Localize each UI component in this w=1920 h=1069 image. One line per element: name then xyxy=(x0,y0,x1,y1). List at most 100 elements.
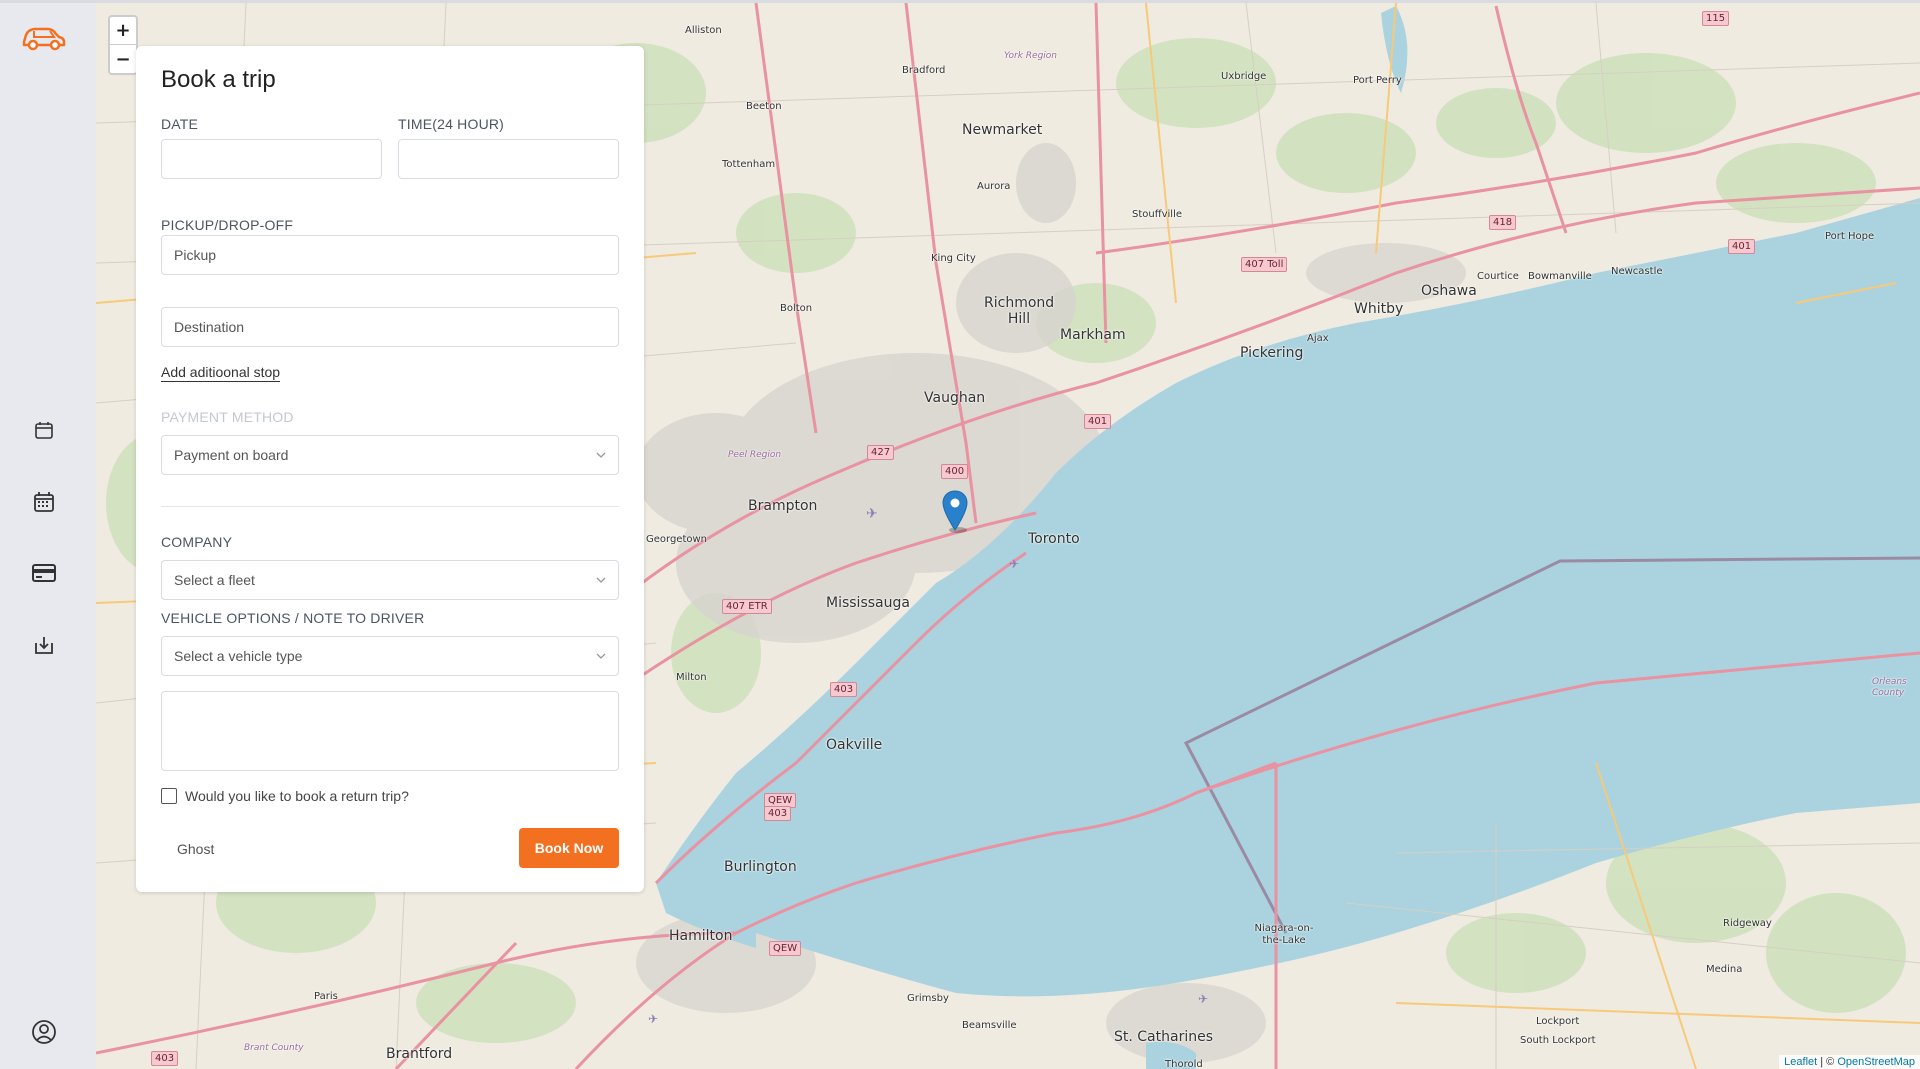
label-markham: Markham xyxy=(1060,327,1126,343)
label-port-hope: Port Hope xyxy=(1825,231,1875,242)
svg-text:✈: ✈ xyxy=(1198,992,1208,1006)
payment-select[interactable]: Payment on board xyxy=(161,435,619,475)
time-field[interactable] xyxy=(398,139,619,179)
label-mississauga: Mississauga xyxy=(826,595,910,611)
destination-input[interactable]: Destination xyxy=(161,307,619,347)
sidebar xyxy=(0,3,96,1069)
label-ajax: Ajax xyxy=(1307,333,1329,344)
osm-link[interactable]: OpenStreetMap xyxy=(1837,1056,1915,1068)
label-beamsville: Beamsville xyxy=(962,1020,1017,1031)
label-vaughan: Vaughan xyxy=(924,390,986,406)
download-tray-icon[interactable] xyxy=(30,631,58,659)
date-field[interactable] xyxy=(161,139,382,179)
label-newcastle: Newcastle xyxy=(1611,266,1663,277)
label-brant-county: Brant County xyxy=(244,1043,304,1053)
label-ridgeway: Ridgeway xyxy=(1723,918,1772,929)
label-hamilton: Hamilton xyxy=(669,928,733,944)
label-oshawa: Oshawa xyxy=(1421,283,1477,299)
shield-401-east: 401 xyxy=(1728,239,1756,254)
zoom-control: + − xyxy=(108,15,138,75)
shield-115: 115 xyxy=(1702,11,1730,26)
date-label: DATE xyxy=(161,116,199,132)
company-select-value: Select a fleet xyxy=(174,572,255,588)
car-icon[interactable] xyxy=(20,23,66,53)
label-york-region: York Region xyxy=(1004,51,1058,61)
label-milton: Milton xyxy=(676,672,707,683)
book-now-button[interactable]: Book Now xyxy=(519,828,619,868)
label-stouffville: Stouffville xyxy=(1132,209,1183,220)
chevron-down-icon xyxy=(596,452,606,458)
label-georgetown: Georgetown xyxy=(646,534,708,545)
zoom-out-button[interactable]: − xyxy=(110,45,136,73)
shield-407-toll: 407 Toll xyxy=(1241,257,1288,272)
label-aurora: Aurora xyxy=(977,181,1011,192)
calendar-icon[interactable] xyxy=(30,416,58,444)
chevron-down-icon xyxy=(596,577,606,583)
label-burlington: Burlington xyxy=(724,859,797,875)
label-bradford: Bradford xyxy=(902,65,946,76)
label-toronto: Toronto xyxy=(1028,531,1080,547)
calendar-grid-icon[interactable] xyxy=(30,488,58,516)
label-niagara: Niagara-on-the-Lake xyxy=(1254,923,1314,946)
shield-qew-hamilton: QEW xyxy=(769,941,802,956)
map-attribution: Leaflet | © OpenStreetMap xyxy=(1779,1055,1920,1069)
shield-401: 401 xyxy=(1084,414,1112,429)
note-to-driver-textarea[interactable] xyxy=(161,691,619,771)
svg-text:✈: ✈ xyxy=(1009,557,1019,571)
return-trip-checkbox[interactable] xyxy=(161,788,177,804)
company-label: COMPANY xyxy=(161,534,233,550)
label-peel-region: Peel Region xyxy=(728,450,782,460)
label-paris: Paris xyxy=(314,991,338,1002)
label-orleans-county: Orleans County xyxy=(1872,677,1907,698)
label-thorold: Thorold xyxy=(1165,1059,1203,1069)
zoom-in-button[interactable]: + xyxy=(110,17,136,45)
map-marker-icon[interactable] xyxy=(942,490,968,534)
ghost-button[interactable]: Ghost xyxy=(177,841,214,857)
booking-panel: Book a trip DATE TIME(24 HOUR) PICKUP/DR… xyxy=(136,46,644,892)
label-tottenham: Tottenham xyxy=(722,159,776,170)
credit-card-icon[interactable] xyxy=(30,559,58,587)
label-whitby: Whitby xyxy=(1354,301,1404,317)
leaflet-link[interactable]: Leaflet xyxy=(1784,1056,1817,1068)
shield-403: 403 xyxy=(830,682,858,697)
attribution-separator: | © xyxy=(1817,1056,1838,1068)
label-lockport: Lockport xyxy=(1536,1016,1580,1027)
label-bowmanville: Bowmanville xyxy=(1528,271,1592,282)
label-newmarket: Newmarket xyxy=(962,122,1043,138)
shield-418: 418 xyxy=(1489,215,1517,230)
payment-select-value: Payment on board xyxy=(174,447,289,463)
label-grimsby: Grimsby xyxy=(907,993,949,1004)
time-label: TIME(24 HOUR) xyxy=(398,116,505,132)
pickup-input[interactable]: Pickup xyxy=(161,235,619,275)
label-oakville: Oakville xyxy=(826,737,883,753)
chevron-down-icon xyxy=(596,653,606,659)
add-stop-link[interactable]: Add aditioonal stop xyxy=(161,364,281,382)
shield-427: 427 xyxy=(867,445,895,460)
label-pickering: Pickering xyxy=(1240,345,1304,361)
divider xyxy=(161,506,619,507)
shield-403-west: 403 xyxy=(151,1051,179,1066)
label-port-perry: Port Perry xyxy=(1353,75,1402,86)
shield-qew-403: 403 xyxy=(764,806,792,821)
return-trip-label: Would you like to book a return trip? xyxy=(185,788,409,804)
label-beeton: Beeton xyxy=(746,101,782,112)
company-select[interactable]: Select a fleet xyxy=(161,560,619,600)
label-brantford: Brantford xyxy=(386,1046,453,1062)
svg-text:✈: ✈ xyxy=(866,506,878,522)
user-circle-icon[interactable] xyxy=(30,1018,58,1046)
pickup-section-label: PICKUP/DROP-OFF xyxy=(161,217,294,233)
label-south-lockport: South Lockport xyxy=(1520,1035,1596,1046)
vehicle-select-value: Select a vehicle type xyxy=(174,648,303,664)
vehicle-label: VEHICLE OPTIONS / NOTE TO DRIVER xyxy=(161,610,425,626)
panel-title: Book a trip xyxy=(161,66,276,93)
shield-400: 400 xyxy=(941,464,969,479)
vehicle-select[interactable]: Select a vehicle type xyxy=(161,636,619,676)
shield-407-etr: 407 ETR xyxy=(722,599,772,614)
label-richmond-hill: Richmond Hill xyxy=(984,295,1055,327)
label-brampton: Brampton xyxy=(748,498,818,514)
svg-text:✈: ✈ xyxy=(648,1012,658,1026)
label-bolton: Bolton xyxy=(780,303,813,314)
label-courtice: Courtice xyxy=(1477,271,1519,282)
label-st-catharines: St. Catharines xyxy=(1114,1029,1213,1045)
label-king-city: King City xyxy=(931,253,976,264)
